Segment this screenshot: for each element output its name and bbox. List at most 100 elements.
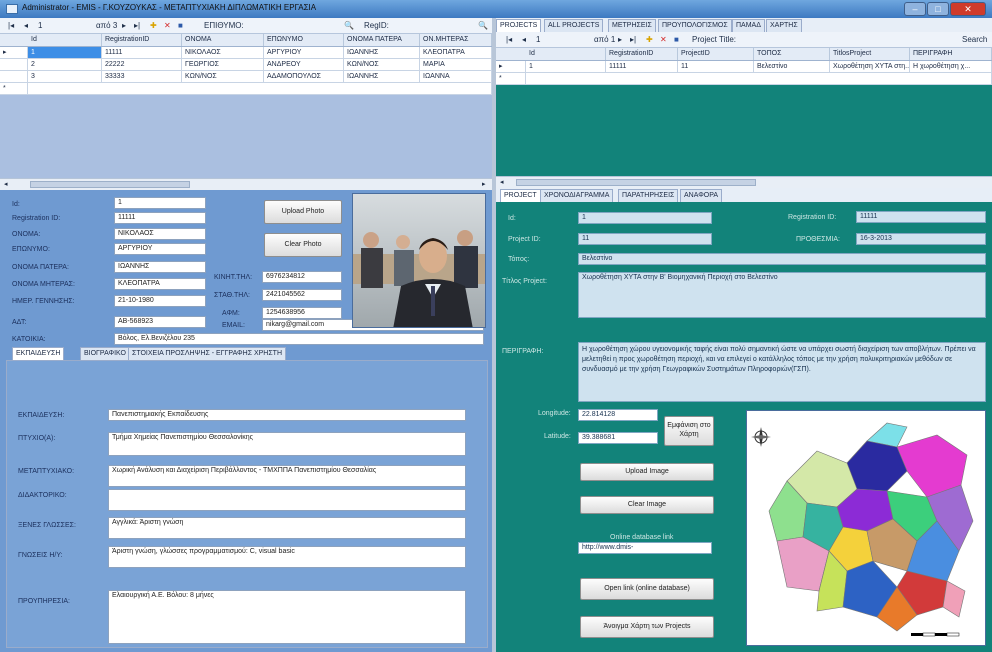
show-on-map-button[interactable]: Εμφάνιση στο Χάρτη [664, 416, 714, 446]
table-cell[interactable]: Η χωροθέτηση χ... [910, 61, 992, 73]
row-selector[interactable] [0, 59, 28, 71]
column-header[interactable]: ProjectID [678, 48, 754, 60]
tab-notes[interactable]: ΠΑΡΑΤΗΡΗΣΕΙΣ [618, 189, 679, 202]
row-selector-current[interactable]: ▸ [496, 61, 526, 73]
tab-biography[interactable]: ΒΙΟΓΡΑΦΙΚΟ [80, 347, 130, 360]
project-regid-field[interactable]: 11111 [856, 211, 986, 223]
column-header[interactable]: ΠΕΡΙΓΡΑΦΗ [910, 48, 992, 60]
project-id-field[interactable]: 1 [578, 212, 712, 224]
computer-skills-field[interactable]: Άριστη γνώση, γλώσσες προγραμματισμού: C… [108, 546, 466, 568]
right-grid-hscrollbar[interactable]: ◂ [496, 176, 992, 188]
table-cell[interactable]: Βελεστίνο [754, 61, 830, 73]
id-field[interactable]: 1 [114, 197, 206, 209]
tab-projects[interactable]: PROJECTS [496, 19, 542, 32]
save-icon[interactable]: ■ [674, 35, 679, 44]
row-selector[interactable] [0, 71, 28, 83]
regid-field[interactable]: 11111 [114, 212, 206, 224]
online-link-field[interactable]: http://www.dmis- [578, 542, 712, 554]
open-projects-map-button[interactable]: Άνοιγμα Χάρτη των Projects [580, 616, 714, 638]
table-cell[interactable]: 11111 [606, 61, 678, 73]
left-grid-hscrollbar[interactable]: ◂ ▸ [0, 178, 492, 190]
nav-position[interactable]: 1 [536, 35, 540, 44]
minimize-button[interactable]: – [904, 2, 926, 16]
phone-field[interactable]: 2421045562 [262, 289, 342, 301]
tab-hiring-details[interactable]: ΣΤΟΙΧΕΙΑ ΠΡΟΣΛΗΨΗΣ - ΕΓΓΡΑΦΗΣ ΧΡΗΣΤΗ [128, 347, 287, 360]
languages-field[interactable]: Αγγλικά: Άριστη γνώση [108, 517, 466, 539]
adt-field[interactable]: ΑΒ-568923 [114, 316, 206, 328]
description-field[interactable]: Η χωροθέτηση χώρου υγειονομικής ταφής εί… [578, 342, 986, 402]
deadline-field[interactable]: 16-3-2013 [856, 233, 986, 245]
column-header[interactable]: RegistrationID [102, 34, 182, 46]
search-regid-icon[interactable]: 🔍 [478, 21, 488, 30]
nav-next-button[interactable]: ▸ [122, 21, 126, 30]
nav-prev-button[interactable]: ◂ [24, 21, 28, 30]
add-new-icon[interactable]: ✚ [150, 21, 157, 30]
education-field[interactable]: Πανεπιστημιακής Εκπαίδευσης [108, 409, 466, 421]
table-cell[interactable]: ΚΩΝ/ΝΟΣ [182, 71, 264, 83]
upload-photo-button[interactable]: Upload Photo [264, 200, 342, 224]
add-new-icon[interactable]: ✚ [646, 35, 653, 44]
upload-image-button[interactable]: Upload Image [580, 463, 714, 481]
table-cell[interactable]: ΝΙΚΟΛΑΟΣ [182, 47, 264, 59]
tab-schedule[interactable]: ΧΡΟΝΟΔΙΑΓΡΑΜΜΑ [540, 189, 614, 202]
masters-field[interactable]: Χωρική Ανάλυση και Διαχείριση Περιβάλλον… [108, 465, 466, 487]
table-cell[interactable]: 1 [526, 61, 606, 73]
table-cell[interactable]: 11 [678, 61, 754, 73]
experience-field[interactable]: Ελαιουργική Α.Ε. Βόλου: 8 μήνες [108, 590, 466, 644]
mother-field[interactable]: ΚΛΕΟΠΑΤΡΑ [114, 278, 206, 290]
maximize-button[interactable]: □ [927, 2, 949, 16]
longitude-field[interactable]: 22.814128 [578, 409, 658, 421]
column-header[interactable]: ΟΝΟΜΑ ΠΑΤΕΡΑ [344, 34, 420, 46]
column-header[interactable]: ΟΝ.ΜΗΤΕΡΑΣ [420, 34, 492, 46]
scroll-left-icon[interactable]: ◂ [4, 180, 8, 188]
project-title-field[interactable]: Χωροθέτηση ΧΥΤΑ στην Β' Βιομηχανική Περι… [578, 272, 986, 318]
phd-field[interactable] [108, 489, 466, 511]
new-row[interactable] [28, 83, 492, 95]
table-cell[interactable]: ΚΩΝ/ΝΟΣ [344, 59, 420, 71]
table-cell[interactable]: ΑΡΓΥΡΙΟΥ [264, 47, 344, 59]
column-header[interactable]: ΕΠΩΝΥΜΟ [264, 34, 344, 46]
father-field[interactable]: ΙΩΑΝΝΗΣ [114, 261, 206, 273]
scroll-thumb[interactable] [516, 179, 756, 186]
table-cell[interactable]: ΙΩΑΝΝΑ [420, 71, 492, 83]
location-field[interactable]: Βελεστίνο [578, 253, 986, 265]
table-cell[interactable]: 11111 [102, 47, 182, 59]
mobile-field[interactable]: 6976234812 [262, 271, 342, 283]
column-header[interactable]: RegistrationID [606, 48, 678, 60]
scroll-thumb[interactable] [30, 181, 190, 188]
save-icon[interactable]: ■ [178, 21, 183, 30]
open-link-button[interactable]: Open link (online database) [580, 578, 714, 600]
projectid-field[interactable]: 11 [578, 233, 712, 245]
column-header[interactable]: ΤΟΠΟΣ [754, 48, 830, 60]
afm-field[interactable]: 1254638956 [262, 307, 342, 319]
scroll-right-icon[interactable]: ▸ [482, 180, 486, 188]
name-field[interactable]: ΝΙΚΟΛΑΟΣ [114, 228, 206, 240]
table-cell[interactable]: 3 [28, 71, 102, 83]
column-header[interactable]: ΟΝΟΜΑ [182, 34, 264, 46]
tab-budget[interactable]: ΠΡΟΥΠΟΛΟΓΙΣΜΟΣ [658, 19, 732, 32]
address-field[interactable]: Βόλος, Ελ.Βενιζέλου 235 [114, 333, 484, 345]
tab-project[interactable]: PROJECT [500, 189, 541, 202]
nav-first-button[interactable]: |◂ [506, 35, 512, 44]
column-header[interactable]: Id [28, 34, 102, 46]
table-cell[interactable]: ΚΛΕΟΠΑΤΡΑ [420, 47, 492, 59]
table-cell[interactable]: ΓΕΩΡΓΙΟΣ [182, 59, 264, 71]
row-selector-current[interactable]: ▸ [0, 47, 28, 59]
search-label[interactable]: Search [962, 35, 987, 44]
tab-pamad[interactable]: ΠΑΜΑΔ [732, 19, 765, 32]
column-header[interactable]: TitlosProject [830, 48, 910, 60]
nav-last-button[interactable]: ▸| [134, 21, 140, 30]
degree-field[interactable]: Τμήμα Χημείας Πανεπιστημίου Θεσσαλονίκης [108, 432, 466, 456]
table-cell[interactable]: 1 [28, 47, 102, 59]
column-header[interactable]: Id [526, 48, 606, 60]
table-cell[interactable]: 33333 [102, 71, 182, 83]
new-row-marker[interactable]: * [496, 73, 526, 85]
birthdate-field[interactable]: 21-10-1980 [114, 295, 206, 307]
nav-first-button[interactable]: |◂ [8, 21, 14, 30]
table-cell[interactable]: ΙΩΑΝΝΗΣ [344, 47, 420, 59]
tab-education[interactable]: ΕΚΠΑΙΔΕΥΣΗ [12, 347, 65, 360]
scroll-left-icon[interactable]: ◂ [500, 178, 504, 186]
table-cell[interactable]: ΜΑΡΙΑ [420, 59, 492, 71]
table-cell[interactable]: ΙΩΑΝΝΗΣ [344, 71, 420, 83]
clear-photo-button[interactable]: Clear Photo [264, 233, 342, 257]
